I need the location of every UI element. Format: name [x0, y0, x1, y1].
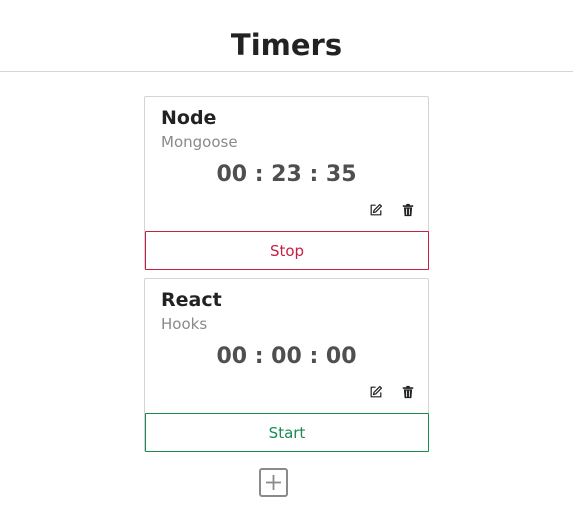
timer-title: Node — [161, 107, 217, 129]
trash-icon[interactable] — [400, 384, 416, 400]
timer-project: Mongoose — [161, 133, 238, 151]
timer-card: React Hooks 00 : 00 : 00 Start — [144, 278, 429, 452]
plus-icon — [266, 475, 281, 490]
timer-card: Node Mongoose 00 : 23 : 35 Stop — [144, 96, 429, 270]
timer-elapsed: 00 : 23 : 35 — [216, 162, 357, 187]
app-header: Timers — [0, 0, 573, 72]
trash-icon[interactable] — [400, 202, 416, 218]
timer-elapsed: 00 : 00 : 00 — [216, 344, 357, 369]
add-timer-button[interactable] — [259, 468, 288, 497]
stop-button[interactable]: Stop — [145, 231, 429, 270]
timer-title: React — [161, 289, 222, 311]
page-title: Timers — [230, 28, 343, 62]
edit-icon[interactable] — [368, 384, 384, 400]
edit-icon[interactable] — [368, 202, 384, 218]
timer-project: Hooks — [161, 315, 208, 333]
start-button[interactable]: Start — [145, 413, 429, 452]
